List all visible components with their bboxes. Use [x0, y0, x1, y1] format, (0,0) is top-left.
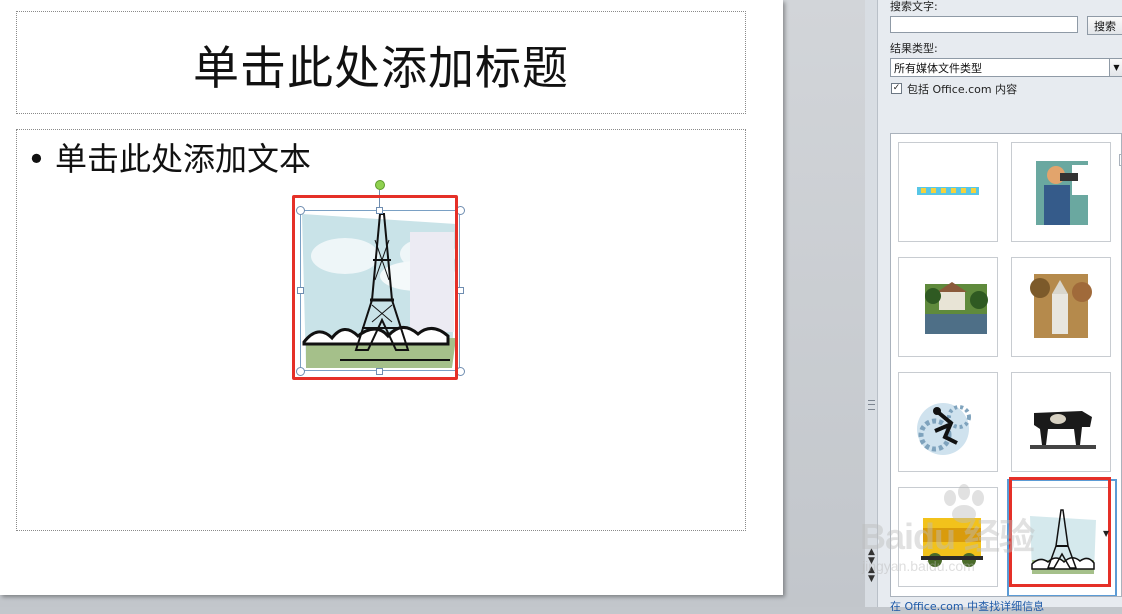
annotation-red-box	[292, 195, 458, 380]
cow-icon	[1030, 411, 1096, 449]
title-placeholder[interactable]: 单击此处添加标题	[16, 11, 746, 114]
house-landscape-icon	[925, 282, 988, 334]
splitter-grip-icon[interactable]	[868, 400, 875, 410]
border-strip-icon	[917, 187, 979, 195]
church-trees-icon	[1030, 274, 1092, 338]
result-type-label: 结果类型:	[890, 42, 938, 55]
bullet-dot: •	[27, 140, 46, 178]
resize-handle-right[interactable]	[457, 287, 464, 294]
office-com-link[interactable]: 在 Office.com 中查找详细信息	[890, 598, 1044, 614]
rotate-handle[interactable]	[375, 180, 385, 190]
runner-gears-icon	[917, 403, 971, 455]
yellow-truck-icon	[921, 518, 983, 567]
clip-thumb-church-trees[interactable]	[1011, 257, 1111, 357]
search-button[interactable]: 搜索	[1087, 16, 1122, 35]
content-placeholder-text: 单击此处添加文本	[55, 140, 312, 178]
result-type-value: 所有媒体文件类型	[894, 62, 982, 75]
pane-splitter[interactable]: ▲ ▼ ▲ ▼	[865, 0, 878, 607]
include-office-label: 包括 Office.com 内容	[907, 83, 1018, 96]
clip-thumb-eye-exam[interactable]	[1011, 142, 1111, 242]
clip-thumb-runner-gears[interactable]	[898, 372, 998, 472]
inserted-picture[interactable]	[292, 180, 472, 380]
search-label: 搜索文字:	[890, 0, 938, 13]
clip-thumb-cow[interactable]	[1011, 372, 1111, 472]
bullet-line: • 单击此处添加文本	[27, 134, 311, 180]
slide-editing-area: 单击此处添加标题 • 单击此处添加文本	[0, 0, 865, 607]
clip-thumb-border-strip[interactable]	[898, 142, 998, 242]
thumb-dropdown-arrow-icon[interactable]: ▼	[1103, 529, 1109, 538]
include-office-checkbox[interactable]: ✓	[891, 83, 902, 94]
splitter-scroll-arrows-icon[interactable]: ▲ ▼ ▲ ▼	[866, 548, 877, 584]
clip-thumb-house-landscape[interactable]	[898, 257, 998, 357]
annotation-red-box-thumb	[1009, 477, 1111, 587]
clip-art-results[interactable]: ▼	[890, 133, 1122, 597]
result-type-select[interactable]: 所有媒体文件类型 ▼	[890, 58, 1122, 77]
title-placeholder-text: 单击此处添加标题	[193, 41, 569, 95]
search-input[interactable]	[890, 16, 1078, 33]
clip-thumb-yellow-truck[interactable]	[898, 487, 998, 587]
dropdown-arrow-icon[interactable]: ▼	[1109, 59, 1122, 76]
eye-exam-icon	[1036, 161, 1088, 225]
slide-canvas[interactable]: 单击此处添加标题 • 单击此处添加文本	[0, 0, 783, 595]
